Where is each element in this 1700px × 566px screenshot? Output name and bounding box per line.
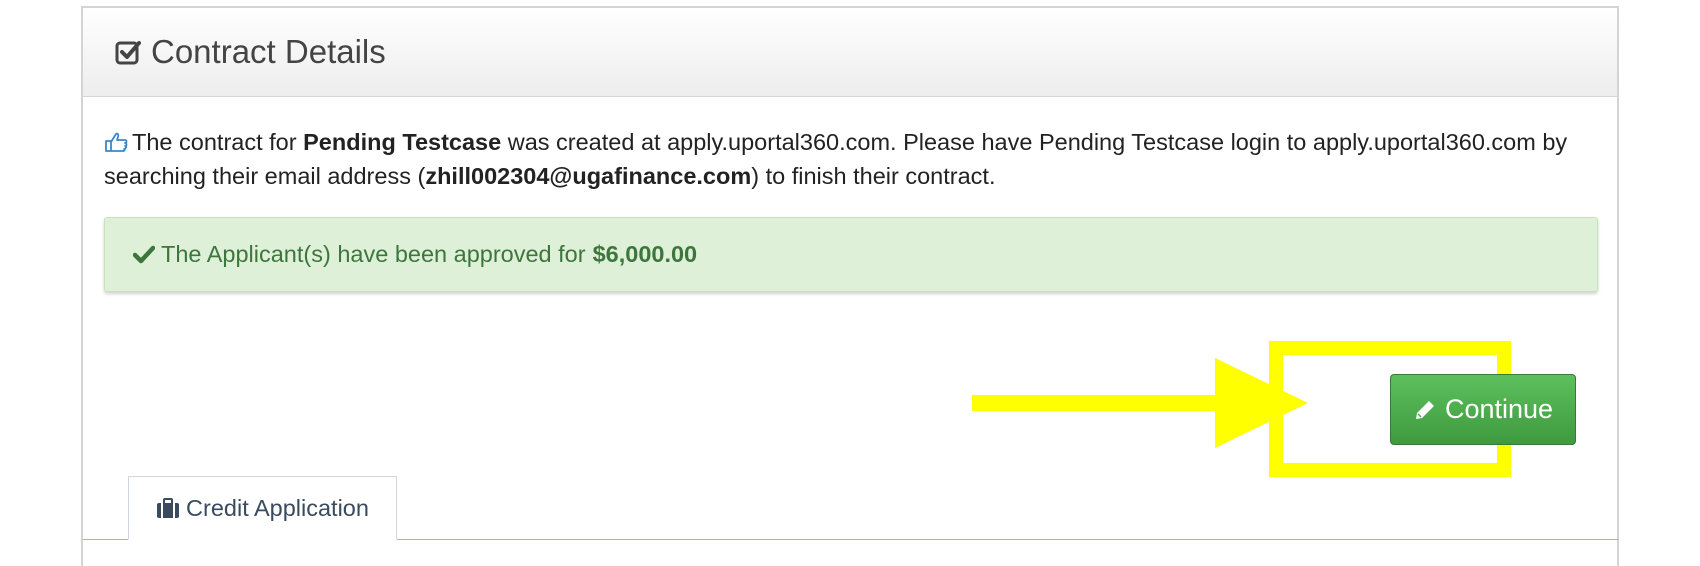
contract-details-panel: Contract Details The contract for Pendin… (81, 6, 1619, 566)
panel-heading: Contract Details (83, 8, 1617, 97)
tab-credit-application[interactable]: Credit Application (128, 476, 397, 540)
briefcase-icon (157, 497, 180, 518)
check-square-icon (115, 41, 141, 65)
approval-alert: The Applicant(s) have been approved for … (104, 217, 1598, 292)
panel-title: Contract Details (151, 33, 386, 70)
continue-button-label: Continue (1444, 394, 1554, 424)
thumbs-up-icon (105, 132, 128, 152)
pencil-icon (1415, 400, 1434, 419)
info-text-part1: The contract for (132, 129, 304, 155)
continue-button[interactable]: Continue (1390, 374, 1576, 445)
annotation-arrow (972, 358, 1308, 448)
contract-info-message: The contract for Pending Testcase was cr… (104, 125, 1604, 193)
approval-text: The Applicant(s) have been approved for (161, 241, 586, 267)
applicant-email: zhill002304@ugafinance.com (425, 163, 752, 189)
tab-credit-application-label: Credit Application (186, 494, 369, 521)
check-icon (133, 245, 155, 263)
approval-amount: $6,000.00 (592, 241, 698, 267)
info-text-part3: ) to finish their contract. (751, 163, 996, 189)
applicant-name: Pending Testcase (303, 129, 502, 155)
